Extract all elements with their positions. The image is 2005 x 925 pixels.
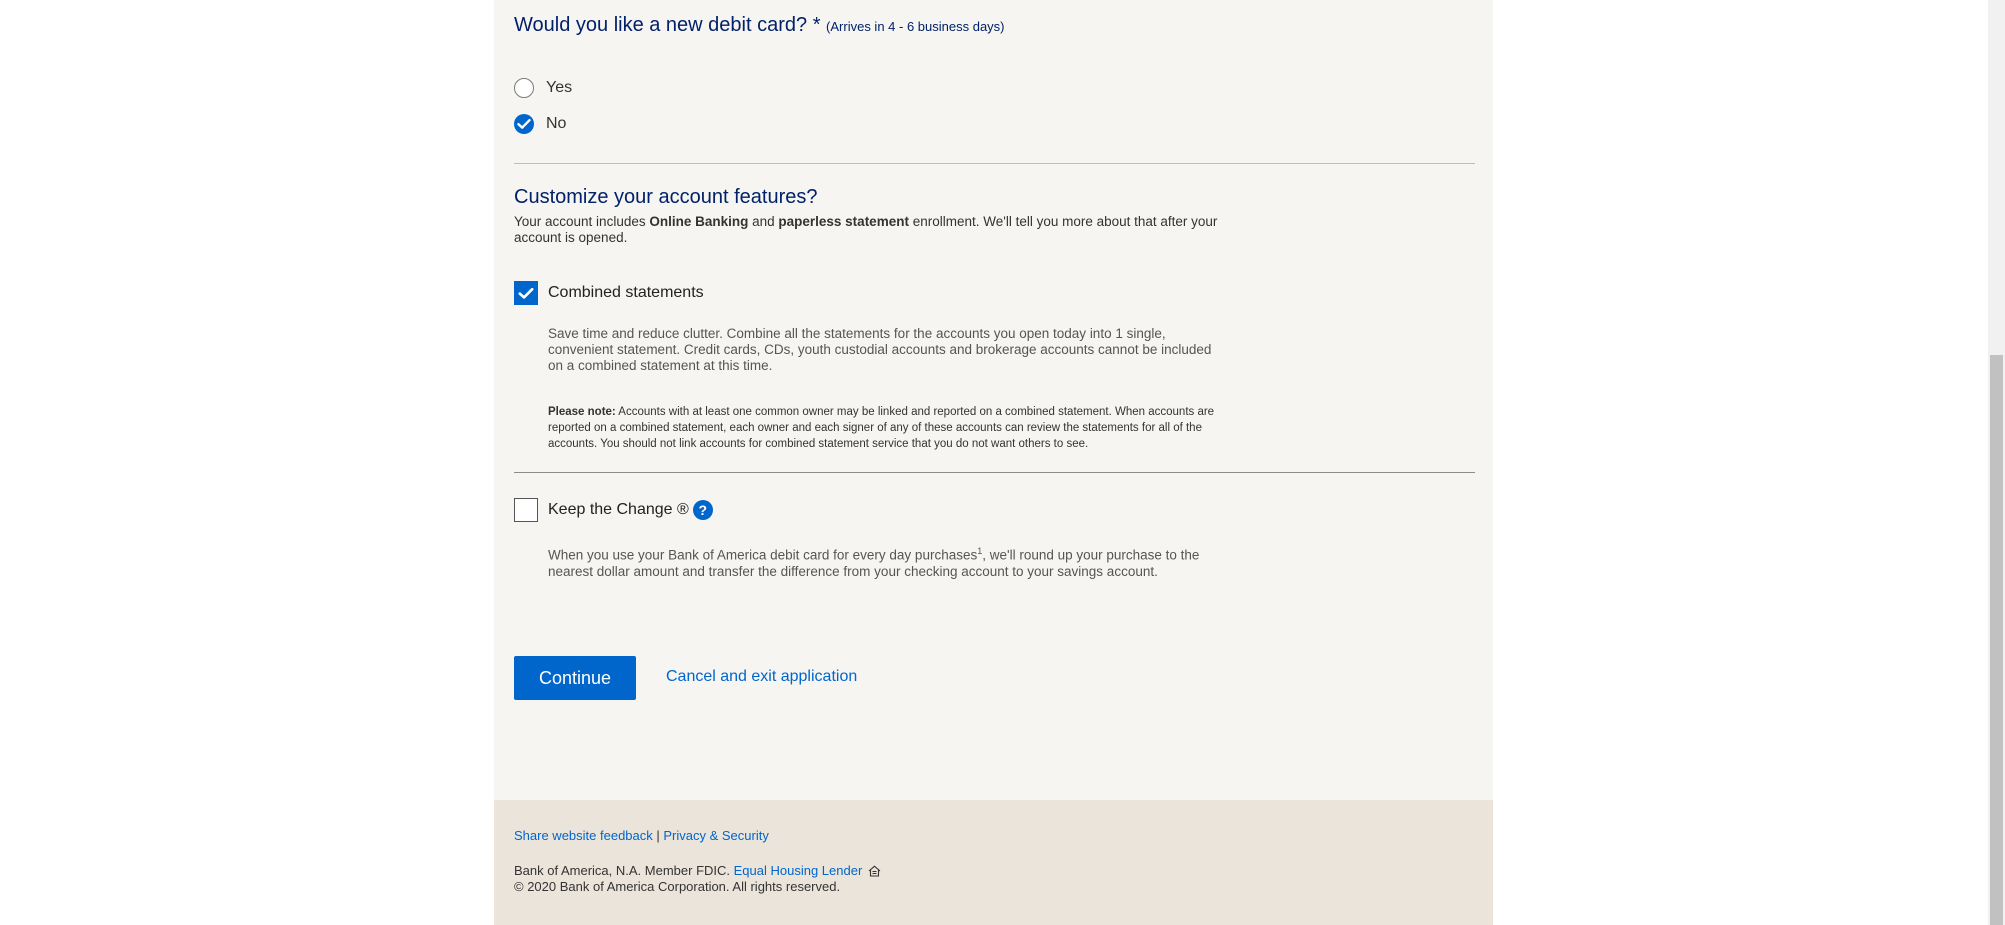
combined-statements-option[interactable]: Combined statements	[514, 281, 704, 305]
note-text: Accounts with at least one common owner …	[548, 406, 1215, 450]
radio-label-yes: Yes	[546, 79, 573, 96]
copyright-text: © 2020 Bank of America Corporation. All …	[514, 879, 841, 894]
section-divider	[514, 472, 1475, 473]
paperless-statement-text: paperless statement	[778, 214, 909, 229]
scrollbar-thumb[interactable]	[1990, 355, 2003, 925]
equal-housing-link[interactable]: Equal Housing Lender	[734, 863, 863, 878]
equal-housing-icon	[868, 864, 881, 877]
radio-option-yes[interactable]: Yes	[514, 76, 572, 100]
check-icon	[518, 287, 534, 299]
customize-desc-pre: Your account includes	[514, 214, 650, 229]
continue-button[interactable]: Continue	[514, 656, 636, 700]
arrives-note: (Arrives in 4 - 6 business days)	[826, 19, 1005, 34]
page-scrollbar[interactable]	[1988, 0, 2005, 925]
share-feedback-link[interactable]: Share website feedback	[514, 828, 653, 843]
footer-separator: |	[652, 828, 664, 843]
section-divider	[514, 163, 1475, 164]
note-label: Please note:	[548, 406, 616, 418]
ktc-desc-pre: When you use your Bank of America debit …	[548, 547, 978, 563]
radio-option-no[interactable]: No	[514, 112, 566, 136]
footer-fdic-line: Bank of America, N.A. Member FDIC. Equal…	[514, 863, 881, 878]
radio-button-no[interactable]	[514, 114, 534, 134]
keep-the-change-option[interactable]: Keep the Change ® ?	[514, 498, 713, 522]
debit-card-question: Would you like a new debit card? * (Arri…	[514, 14, 1005, 37]
online-banking-text: Online Banking	[649, 214, 749, 229]
main-panel	[494, 0, 1493, 800]
radio-label-no: No	[546, 115, 567, 132]
cancel-exit-link[interactable]: Cancel and exit application	[666, 668, 857, 686]
keep-the-change-description: When you use your Bank of America debit …	[548, 543, 1238, 580]
customize-description: Your account includes Online Banking and…	[514, 214, 1224, 246]
keep-the-change-label: Keep the Change ®	[548, 501, 689, 518]
check-icon	[517, 119, 531, 129]
footer-links: Share website feedback | Privacy & Secur…	[514, 828, 769, 843]
combined-statements-label: Combined statements	[548, 284, 704, 301]
privacy-security-link[interactable]: Privacy & Security	[663, 828, 768, 843]
combined-statements-note: Please note: Accounts with at least one …	[548, 404, 1228, 452]
radio-button-yes[interactable]	[514, 78, 534, 98]
combined-statements-description: Save time and reduce clutter. Combine al…	[548, 326, 1212, 373]
fdic-text: Bank of America, N.A. Member FDIC.	[514, 863, 734, 878]
debit-card-question-text: Would you like a new debit card? *	[514, 14, 821, 36]
keep-the-change-checkbox[interactable]	[514, 498, 538, 522]
help-icon[interactable]: ?	[692, 500, 713, 520]
customize-desc-mid: and	[748, 214, 779, 229]
customize-title: Customize your account features?	[514, 186, 818, 208]
combined-statements-checkbox[interactable]	[514, 281, 538, 305]
